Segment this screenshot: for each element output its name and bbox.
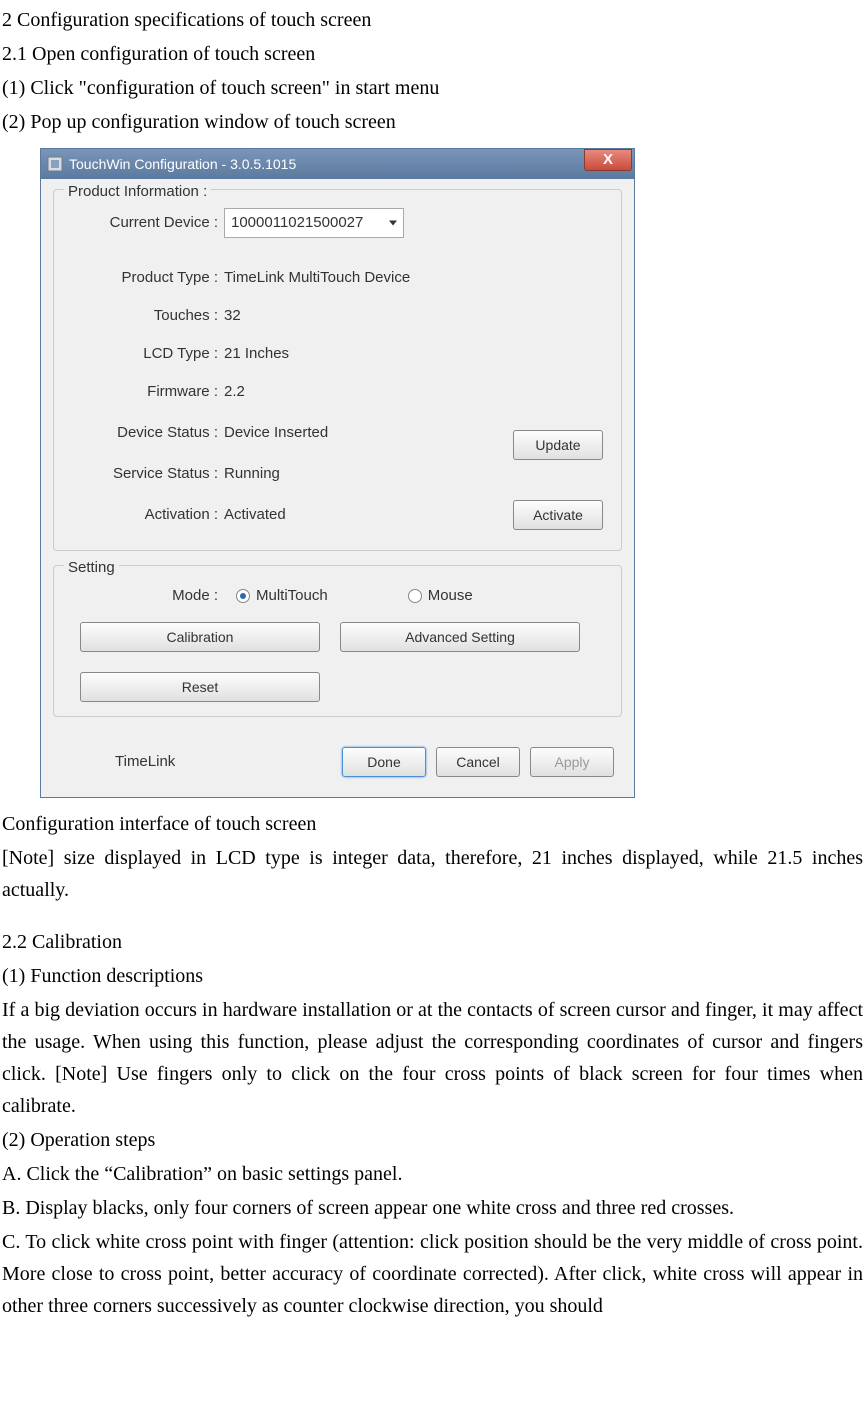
operation-steps-title: (2) Operation steps [2,1124,863,1156]
heading-2-2: 2.2 Calibration [2,926,863,958]
product-info-group: Product Information : Current Device : 1… [53,189,622,551]
apply-button[interactable]: Apply [530,747,614,777]
activate-button[interactable]: Activate [513,500,603,530]
chevron-down-icon [389,221,397,226]
op-step-a: A. Click the “Calibration” on basic sett… [2,1158,863,1190]
service-status-value: Running [224,462,280,486]
mode-mouse-label: Mouse [428,584,473,608]
firmware-value: 2.2 [224,380,245,404]
firmware-label: Firmware : [68,380,218,404]
current-device-value: 1000011021500027 [231,211,363,235]
dialog-footer: TimeLink Done Cancel Apply [53,747,622,777]
step-2: (2) Pop up configuration window of touch… [2,106,863,138]
touches-label: Touches : [68,304,218,328]
update-button[interactable]: Update [513,430,603,460]
function-desc-title: (1) Function descriptions [2,960,863,992]
lcd-note: [Note] size displayed in LCD type is int… [2,842,863,906]
activation-label: Activation : [68,503,218,527]
device-status-value: Device Inserted [224,421,328,445]
radio-unchecked-icon [408,589,422,603]
mode-multitouch-label: MultiTouch [256,584,328,608]
reset-button[interactable]: Reset [80,672,320,702]
radio-checked-icon [236,589,250,603]
close-button[interactable]: X [584,149,632,171]
setting-legend: Setting [64,556,119,580]
heading-2: 2 Configuration specifications of touch … [2,4,863,36]
step-1: (1) Click "configuration of touch screen… [2,72,863,104]
product-type-value: TimeLink MultiTouch Device [224,266,410,290]
mode-mouse-radio[interactable]: Mouse [408,584,473,608]
footer-brand: TimeLink [115,750,175,774]
current-device-label: Current Device : [68,211,218,235]
op-step-c: C. To click white cross point with finge… [2,1226,863,1322]
mode-multitouch-radio[interactable]: MultiTouch [236,584,328,608]
close-icon: X [603,148,613,172]
op-step-b: B. Display blacks, only four corners of … [2,1192,863,1224]
product-info-legend: Product Information : [64,180,211,204]
dialog-body: Product Information : Current Device : 1… [41,179,634,797]
done-button[interactable]: Done [342,747,426,777]
lcd-type-value: 21 Inches [224,342,289,366]
heading-2-1: 2.1 Open configuration of touch screen [2,38,863,70]
app-icon [47,156,63,172]
product-type-label: Product Type : [68,266,218,290]
touchwin-config-dialog: TouchWin Configuration - 3.0.5.1015 X Pr… [40,148,635,798]
titlebar: TouchWin Configuration - 3.0.5.1015 X [41,149,634,179]
device-status-label: Device Status : [68,421,218,445]
lcd-type-label: LCD Type : [68,342,218,366]
setting-group: Setting Mode : MultiTouch Mouse Calibrat… [53,565,622,717]
service-status-label: Service Status : [68,462,218,486]
cancel-button[interactable]: Cancel [436,747,520,777]
touches-value: 32 [224,304,241,328]
current-device-combo[interactable]: 1000011021500027 [224,208,404,238]
mode-label: Mode : [68,584,218,608]
titlebar-text: TouchWin Configuration - 3.0.5.1015 [69,153,296,175]
calibration-button[interactable]: Calibration [80,622,320,652]
figure-caption: Configuration interface of touch screen [2,808,863,840]
activation-value: Activated [224,503,286,527]
function-desc-body: If a big deviation occurs in hardware in… [2,994,863,1122]
advanced-setting-button[interactable]: Advanced Setting [340,622,580,652]
